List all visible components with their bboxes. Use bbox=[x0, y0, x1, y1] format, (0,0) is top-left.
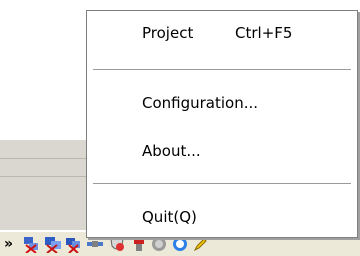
tray-expand-button[interactable]: » bbox=[4, 234, 18, 254]
menu-item-project[interactable]: Project Ctrl+F5 bbox=[87, 17, 357, 49]
menu-separator bbox=[93, 69, 351, 70]
context-menu: Project Ctrl+F5 Configuration... About..… bbox=[86, 10, 358, 238]
menu-item-about[interactable]: About... bbox=[87, 135, 357, 167]
network-x-icon[interactable] bbox=[44, 235, 62, 253]
menu-item-label: Project bbox=[142, 24, 194, 42]
menu-item-configuration[interactable]: Configuration... bbox=[87, 87, 357, 119]
network-x-icon[interactable] bbox=[22, 235, 40, 253]
menu-item-quit[interactable]: Quit(Q) bbox=[87, 201, 357, 233]
menu-item-label: Quit(Q) bbox=[142, 208, 197, 226]
menu-item-label: About... bbox=[142, 142, 201, 160]
network-x-icon[interactable] bbox=[64, 235, 82, 253]
menu-item-shortcut: Ctrl+F5 bbox=[235, 24, 293, 42]
menu-item-label: Configuration... bbox=[142, 94, 259, 112]
menu-separator bbox=[93, 183, 351, 184]
